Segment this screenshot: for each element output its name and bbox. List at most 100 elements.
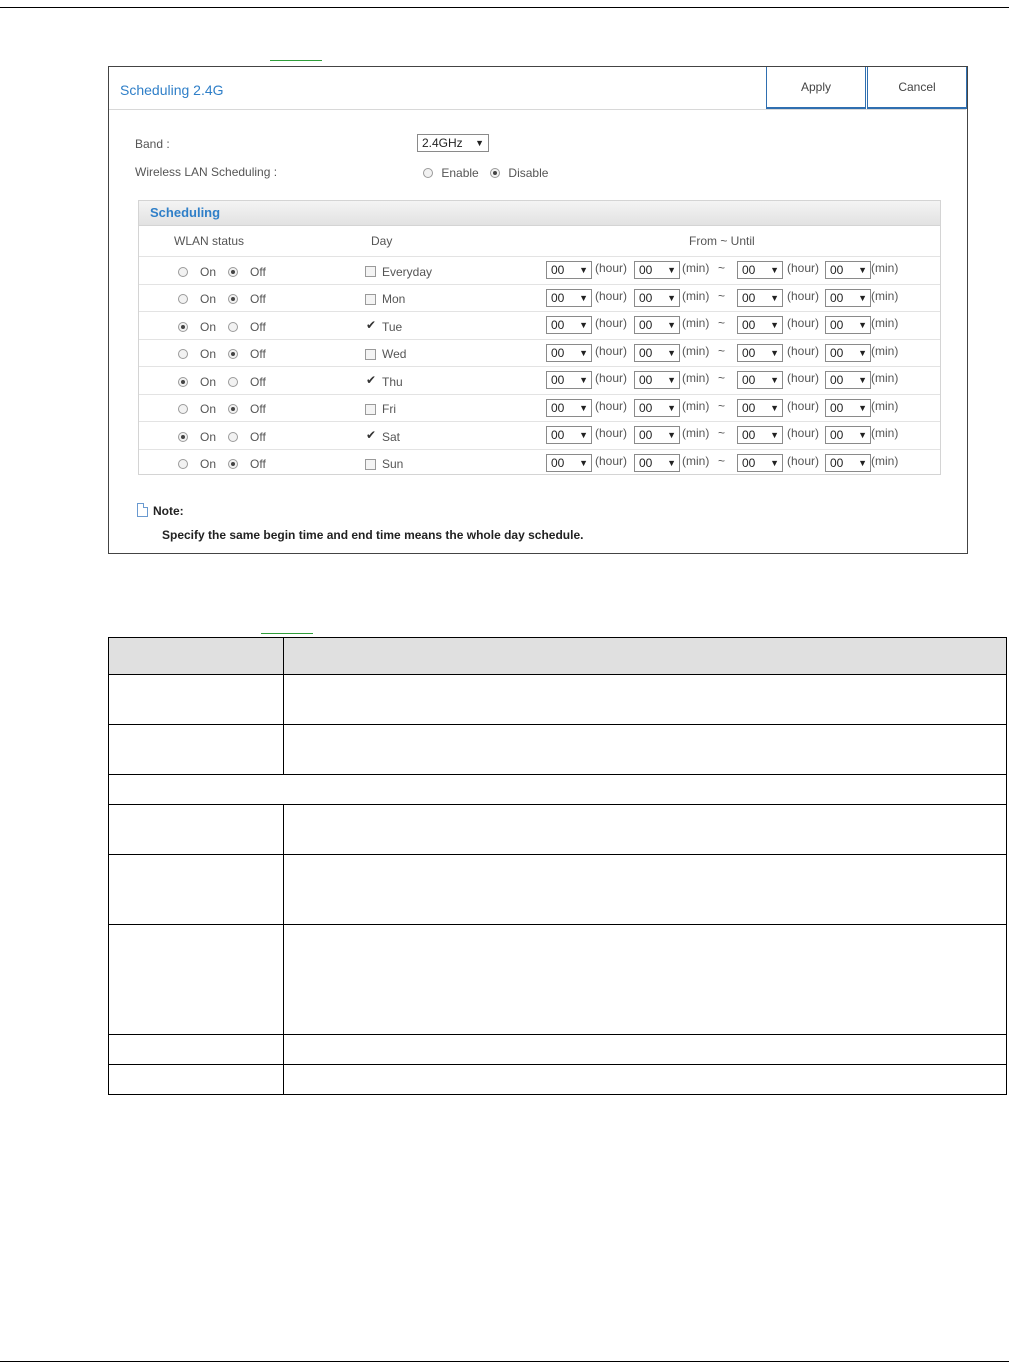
status-on-radio[interactable] [178, 266, 188, 277]
to-min-select-value: 00 [830, 455, 844, 470]
to-hour-select[interactable]: 00 ▼ [737, 371, 783, 389]
from-min-select[interactable]: 00 ▼ [634, 288, 680, 307]
chevron-down-icon: ▼ [858, 320, 867, 330]
to-hour-select[interactable]: 00 ▼ [737, 343, 783, 362]
status-on-label: On [200, 319, 217, 334]
status-on-radio[interactable] [178, 294, 188, 305]
status-off-radio[interactable] [228, 266, 239, 277]
from-min-select[interactable]: 00 ▼ [634, 398, 680, 417]
status-on-radio[interactable] [178, 349, 188, 360]
status-off-radio[interactable] [228, 376, 239, 387]
to-min-select[interactable]: 00 ▼ [825, 316, 871, 334]
day-checkbox[interactable] [365, 428, 376, 443]
day-checkbox[interactable] [365, 348, 376, 360]
to-hour-select[interactable]: 00 ▼ [737, 398, 783, 417]
day-checkbox[interactable] [365, 373, 376, 388]
from-min-select[interactable]: 00 ▼ [634, 261, 680, 279]
day-checkbox[interactable] [365, 266, 376, 278]
from-hour-select-value: 00 [551, 373, 565, 387]
day-label: Wed [382, 347, 407, 362]
to-min-select-value: 00 [830, 290, 844, 305]
wlan-status-group: On Off [174, 264, 274, 279]
from-min-select[interactable]: 00 ▼ [634, 371, 680, 389]
to-min-select[interactable]: 00 ▼ [825, 343, 871, 362]
status-on-radio[interactable] [178, 321, 188, 332]
day-checkbox[interactable] [365, 403, 376, 415]
scheduling-title: Scheduling [150, 205, 221, 220]
to-min-select[interactable]: 00 ▼ [825, 453, 871, 472]
status-on-radio[interactable] [178, 459, 188, 470]
status-off-radio[interactable] [228, 404, 239, 415]
chevron-down-icon: ▼ [770, 402, 779, 413]
apply-button[interactable]: Apply [766, 67, 866, 109]
day-label: Everyday [382, 264, 433, 279]
from-hour-select[interactable]: 00 ▼ [546, 398, 592, 417]
wlan-status-group: On Off [174, 292, 274, 307]
status-off-radio[interactable] [228, 349, 239, 360]
status-on-radio[interactable] [178, 431, 188, 442]
to-hour-select[interactable]: 00 ▼ [737, 316, 783, 334]
to-hour-select[interactable]: 00 ▼ [737, 426, 783, 444]
status-on-radio[interactable] [178, 376, 188, 387]
chevron-down-icon: ▼ [770, 347, 779, 358]
from-min-select[interactable]: 00 ▼ [634, 316, 680, 334]
to-min-select[interactable]: 00 ▼ [825, 398, 871, 417]
figure-link-underline[interactable] [270, 60, 322, 61]
chevron-down-icon: ▼ [579, 402, 588, 413]
from-hour-select[interactable]: 00 ▼ [546, 453, 592, 472]
status-off-label: Off [250, 402, 266, 417]
status-off-label: Off [250, 374, 266, 389]
from-hour-select[interactable]: 00 ▼ [546, 288, 592, 307]
chevron-down-icon: ▼ [858, 375, 867, 385]
from-hour-select[interactable]: 00 ▼ [546, 261, 592, 279]
to-min-select[interactable]: 00 ▼ [825, 261, 871, 279]
chevron-down-icon: ▼ [579, 265, 588, 275]
status-off-radio[interactable] [228, 294, 239, 305]
to-hour-select[interactable]: 00 ▼ [737, 261, 783, 279]
to-min-select[interactable]: 00 ▼ [825, 426, 871, 444]
status-on-label: On [200, 429, 217, 444]
chevron-down-icon: ▼ [579, 347, 588, 358]
status-off-radio[interactable] [228, 431, 239, 442]
from-min-select[interactable]: 00 ▼ [634, 343, 680, 362]
from-hour-select[interactable]: 00 ▼ [546, 426, 592, 444]
disable-radio[interactable] [490, 167, 501, 178]
to-hour-select[interactable]: 00 ▼ [737, 453, 783, 472]
from-hour-select[interactable]: 00 ▼ [546, 316, 592, 334]
from-min-select-value: 00 [639, 373, 653, 387]
cancel-button[interactable]: Cancel [867, 67, 967, 109]
table-cell [108, 724, 284, 775]
from-hour-select[interactable]: 00 ▼ [546, 343, 592, 362]
scheduling-section: Scheduling WLAN status Day From ~ Until … [138, 200, 941, 475]
table-cell [283, 724, 1007, 775]
chevron-down-icon: ▼ [770, 375, 779, 385]
day-label: Tue [382, 319, 403, 334]
enable-radio[interactable] [423, 167, 433, 178]
min-unit-label: (min) [682, 398, 710, 413]
status-off-radio[interactable] [228, 459, 239, 470]
panel-title: Scheduling 2.4G [120, 82, 224, 98]
day-checkbox[interactable] [365, 318, 376, 333]
to-min-select[interactable]: 00 ▼ [825, 288, 871, 307]
hour-unit-label: (hour) [787, 426, 820, 440]
status-off-radio[interactable] [228, 321, 239, 332]
status-on-radio[interactable] [178, 404, 188, 415]
hour-unit-label: (hour) [787, 453, 820, 468]
status-off-label: Off [250, 429, 266, 444]
table-link-underline[interactable] [261, 633, 313, 634]
enable-label: Enable [441, 165, 479, 180]
from-hour-select[interactable]: 00 ▼ [546, 371, 592, 389]
day-checkbox[interactable] [365, 293, 376, 305]
col-header-time: From ~ Until [689, 234, 755, 248]
from-min-select[interactable]: 00 ▼ [634, 453, 680, 472]
status-on-label: On [200, 264, 217, 279]
hour-unit-label: (hour) [787, 316, 820, 330]
day-checkbox[interactable] [365, 458, 376, 470]
from-min-select[interactable]: 00 ▼ [634, 426, 680, 444]
status-off-label: Off [250, 292, 266, 307]
band-select[interactable]: 2.4GHz ▼ [417, 134, 489, 152]
day-group: Fri [359, 402, 396, 416]
to-hour-select[interactable]: 00 ▼ [737, 288, 783, 307]
hour-unit-label: (hour) [595, 426, 628, 440]
to-min-select[interactable]: 00 ▼ [825, 371, 871, 389]
